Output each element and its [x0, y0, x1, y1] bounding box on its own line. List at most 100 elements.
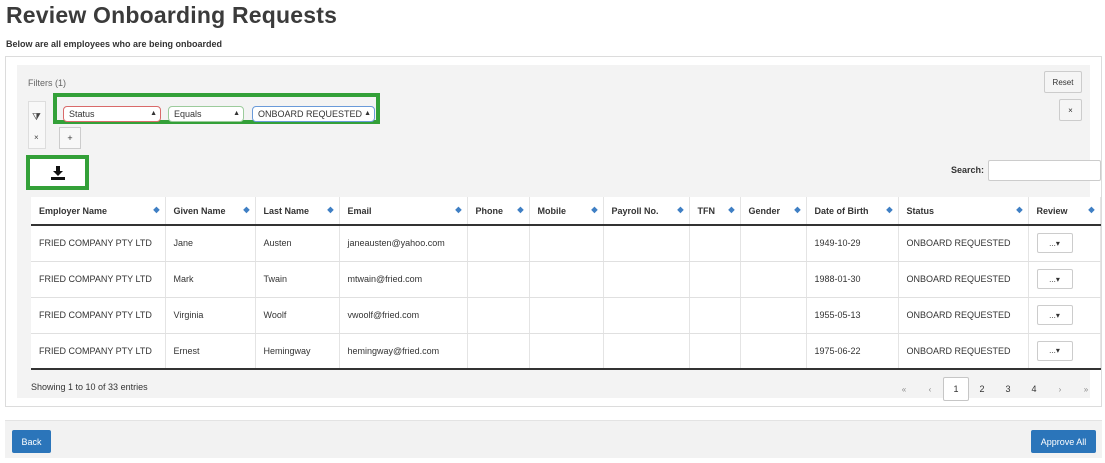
next-page-button[interactable]: ›	[1047, 377, 1073, 401]
sort-icon: ◆	[677, 205, 684, 214]
table-cell	[740, 261, 807, 298]
page-button-2[interactable]: 2	[969, 377, 995, 401]
table-cell: Jane	[165, 225, 256, 262]
table-cell	[529, 261, 604, 298]
sort-icon: ◆	[886, 205, 893, 214]
review-label: ...	[1049, 274, 1056, 284]
filter-operator-select[interactable]: Equals ▲	[168, 106, 244, 122]
funnel-icon[interactable]: ⧩	[32, 112, 41, 123]
review-dropdown-button[interactable]: ... ▾	[1036, 269, 1073, 289]
download-button[interactable]	[26, 155, 89, 190]
sort-icon: ◆	[517, 205, 524, 214]
table-cell: Woolf	[255, 297, 340, 334]
sort-icon: ◆	[327, 205, 334, 214]
caret-down-icon: ▾	[1055, 238, 1060, 248]
reset-button[interactable]: Reset	[1044, 71, 1082, 93]
search-input[interactable]	[988, 160, 1101, 181]
footer-bar: Back Approve All	[5, 420, 1102, 458]
page-title: Review Onboarding Requests	[6, 2, 338, 28]
column-header[interactable]: Status ◆	[898, 197, 1029, 226]
table-cell	[603, 261, 690, 298]
column-header[interactable]: Given Name ◆	[165, 197, 256, 226]
table-cell	[467, 297, 530, 334]
table-row: FRIED COMPANY PTY LTD Jane Austen janeauste…	[31, 225, 1101, 262]
table-cell	[740, 225, 807, 262]
sort-icon: ◆	[243, 205, 250, 214]
table-cell	[689, 297, 741, 334]
table-header-row: Employer Name ◆ Given Name ◆ Last Name ◆ Em…	[31, 197, 1101, 226]
back-button[interactable]: Back	[12, 430, 51, 453]
table-cell	[467, 261, 530, 298]
table-cell	[689, 333, 741, 370]
table-cell: FRIED COMPANY PTY LTD	[31, 261, 166, 298]
approve-all-button[interactable]: Approve All	[1031, 430, 1096, 453]
review-cell: ... ▾	[1028, 261, 1101, 298]
prev-page-button[interactable]: ‹	[917, 377, 943, 401]
table-cell: 1955-05-13	[806, 297, 899, 334]
table-cell: vwoolf@fried.com	[339, 297, 468, 334]
sort-icon: ◆	[455, 205, 462, 214]
filters-label: Filters (1)	[28, 78, 66, 88]
table-cell	[689, 225, 741, 262]
column-header[interactable]: Email ◆	[339, 197, 468, 226]
column-header[interactable]: Phone ◆	[467, 197, 530, 226]
table-cell: 1988-01-30	[806, 261, 899, 298]
sort-icon: ◆	[728, 205, 735, 214]
column-header[interactable]: Review ◆	[1028, 197, 1101, 226]
filter-field-value: Status	[69, 109, 95, 119]
table-row: FRIED COMPANY PTY LTD Ernest Hemingway hemi…	[31, 333, 1101, 370]
column-header[interactable]: Gender ◆	[740, 197, 807, 226]
last-page-button[interactable]: »	[1073, 377, 1099, 401]
add-filter-button[interactable]: +	[59, 127, 81, 149]
column-header[interactable]: TFN ◆	[689, 197, 741, 226]
table-cell	[603, 297, 690, 334]
main-panel: Filters (1) Reset × ⧩ × + Status ▲ Equal…	[5, 56, 1102, 407]
column-header[interactable]: Date of Birth ◆	[806, 197, 899, 226]
table-cell	[467, 333, 530, 370]
column-header[interactable]: Employer Name ◆	[31, 197, 166, 226]
filter-side-controls: ⧩ ×	[28, 101, 46, 149]
table-cell: FRIED COMPANY PTY LTD	[31, 297, 166, 334]
table-cell: Mark	[165, 261, 256, 298]
review-dropdown-button[interactable]: ... ▾	[1036, 305, 1073, 325]
table-cell	[467, 225, 530, 262]
table-cell: Austen	[255, 225, 340, 262]
caret-down-icon: ▾	[1055, 310, 1060, 320]
table-cell	[529, 333, 604, 370]
first-page-button[interactable]: «	[891, 377, 917, 401]
remove-filter-button[interactable]: ×	[1059, 99, 1082, 121]
filter-operator-value: Equals	[174, 109, 202, 119]
filter-value-select[interactable]: ONBOARD REQUESTED ▲	[252, 106, 375, 122]
clear-filter-icon[interactable]: ×	[34, 133, 39, 142]
table-cell	[740, 297, 807, 334]
table-cell: Virginia	[165, 297, 256, 334]
table-cell: FRIED COMPANY PTY LTD	[31, 225, 166, 262]
review-dropdown-button[interactable]: ... ▾	[1036, 233, 1073, 254]
page-button-1[interactable]: 1	[943, 377, 969, 401]
filter-value-value: ONBOARD REQUESTED	[258, 109, 363, 119]
table-cell: Twain	[255, 261, 340, 298]
table-cell	[603, 333, 690, 370]
review-cell: ... ▾	[1028, 333, 1101, 370]
page-button-3[interactable]: 3	[995, 377, 1021, 401]
table-cell: FRIED COMPANY PTY LTD	[31, 333, 166, 370]
column-header[interactable]: Mobile ◆	[529, 197, 604, 226]
caret-down-icon: ▾	[1055, 274, 1060, 284]
review-label: ...	[1049, 238, 1056, 248]
table-cell: hemingway@fried.com	[339, 333, 468, 370]
table-cell: 1975-06-22	[806, 333, 899, 370]
review-label: ...	[1049, 346, 1056, 356]
table-cell	[689, 261, 741, 298]
sort-icon: ◆	[591, 205, 598, 214]
sort-icon: ◆	[1088, 205, 1095, 214]
table-cell: Hemingway	[255, 333, 340, 370]
review-dropdown-button[interactable]: ... ▾	[1036, 340, 1073, 361]
column-header[interactable]: Last Name ◆	[255, 197, 340, 226]
table-cell: ONBOARD REQUESTED	[898, 225, 1029, 262]
sort-icon: ◆	[1016, 205, 1023, 214]
page-button-4[interactable]: 4	[1021, 377, 1047, 401]
sort-icon: ◆	[794, 205, 801, 214]
table-cell: janeausten@yahoo.com	[339, 225, 468, 262]
column-header[interactable]: Payroll No. ◆	[603, 197, 690, 226]
filter-field-select[interactable]: Status ▲	[63, 106, 161, 122]
